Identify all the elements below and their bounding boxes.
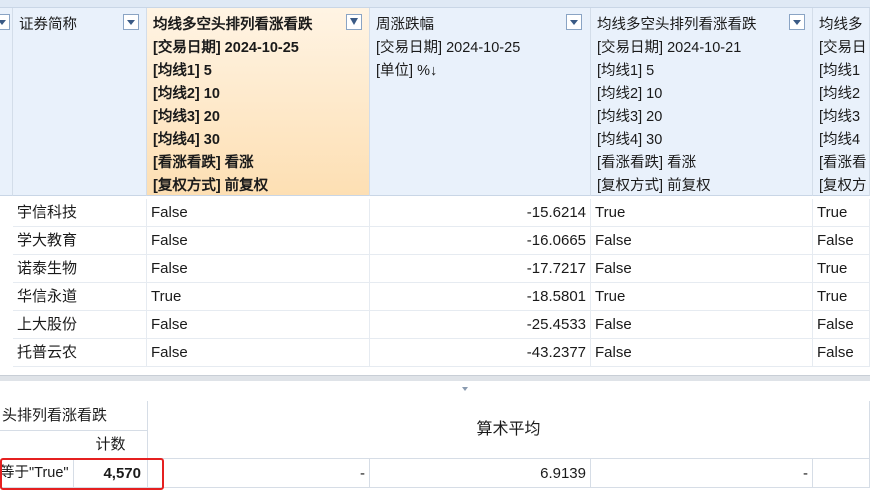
weekly-change-cell[interactable]: -15.6214 [370,199,591,227]
ma-signal-cell[interactable]: True [147,283,370,311]
weekly-change-cell[interactable]: -18.5801 [370,283,591,311]
chevron-down-icon[interactable] [123,14,139,30]
ma-signal-cell[interactable]: False [147,199,370,227]
column-header-label: 周涨跌幅 [376,17,434,33]
stats-empty-cell [813,459,870,488]
weekly-change-cell[interactable]: -25.4533 [370,311,591,339]
column-param: [均线4 [819,132,861,148]
column-param: [交易日期] 2024-10-25 [153,40,299,56]
stock-name-cell[interactable]: 学大教育 [13,227,147,255]
stock-name-cell[interactable]: 上大股份 [13,311,147,339]
column-header-ma-bull-partial[interactable]: 均线多 [交易日 [均线1 [均线2 [均线3 [均线4 [看涨看 [复权方 [813,8,870,196]
column-param: [交易日期] 2024-10-25 [376,40,521,56]
chevron-down-icon[interactable] [789,14,805,30]
column-param: [均线3] 20 [597,109,663,125]
ma-signal-cell[interactable]: False [147,339,370,367]
column-param: [复权方式] 前复权 [153,178,269,194]
ma-signal-cell[interactable]: False [147,255,370,283]
ma-signal-cell[interactable]: True [813,199,870,227]
ma-signal-cell[interactable]: False [147,311,370,339]
column-param: [均线1] 5 [597,63,655,79]
ma-signal-cell[interactable]: False [591,311,813,339]
weekly-change-cell[interactable]: -16.0665 [370,227,591,255]
column-param: [看涨看 [819,155,867,171]
column-param: [均线1] 5 [153,63,212,79]
column-header-label: 均线多空头排列看涨看跌 [597,17,757,33]
stats-count-header: 计数 [74,431,148,459]
ma-signal-cell[interactable]: True [813,255,870,283]
ma-signal-cell[interactable]: False [813,339,870,367]
ma-signal-cell[interactable]: True [813,283,870,311]
stats-dash: - [591,459,813,488]
pane-splitter[interactable] [0,375,870,381]
column-param: [复权方式] 前复权 [597,178,711,194]
stats-dash: - [148,459,370,488]
ma-signal-cell[interactable]: False [591,255,813,283]
column-param: [交易日期] 2024-10-21 [597,40,742,56]
row-header-corner [0,8,13,196]
stats-group-header: 头排列看涨看跌 [0,401,148,431]
ma-signal-cell[interactable]: False [591,227,813,255]
column-param: [均线3] 20 [153,109,220,125]
column-header-ma-bull-1021[interactable]: 均线多空头排列看涨看跌 [交易日期] 2024-10-21 [均线1] 5 [均… [591,8,813,196]
ma-signal-cell[interactable]: False [813,227,870,255]
column-header-ma-bull-1025[interactable]: 均线多空头排列看涨看跌 [交易日期] 2024-10-25 [均线1] 5 [均… [147,8,370,196]
column-header-weekly-change[interactable]: 周涨跌幅 [交易日期] 2024-10-25 [单位] %↓ [370,8,591,196]
ma-signal-cell[interactable]: True [591,283,813,311]
stock-name-cell[interactable]: 诺泰生物 [13,255,147,283]
splitter-handle-icon[interactable] [0,384,870,394]
column-param: [均线4] 30 [597,132,663,148]
column-param: [均线3 [819,109,861,125]
column-param: [交易日 [819,40,867,56]
ma-signal-cell[interactable]: True [591,199,813,227]
stock-name-cell[interactable]: 托普云农 [13,339,147,367]
column-header-name[interactable]: 证券简称 [13,8,147,196]
column-header-label: 均线多空头排列看涨看跌 [153,17,313,33]
stock-name-cell[interactable]: 华信永道 [13,283,147,311]
column-param: [看涨看跌] 看涨 [597,155,697,171]
weekly-change-cell[interactable]: -17.7217 [370,255,591,283]
column-group-strip [0,0,870,8]
column-param: [均线2 [819,86,861,102]
ma-signal-cell[interactable]: False [813,311,870,339]
stats-mean-value: 6.9139 [370,459,591,488]
column-param: [复权方 [819,178,867,194]
ma-signal-cell[interactable]: False [591,339,813,367]
filter-icon[interactable] [346,14,362,30]
column-param: [均线2] 10 [153,86,220,102]
stats-mean-header: 算术平均 [148,401,870,459]
weekly-change-cell[interactable]: -43.2377 [370,339,591,367]
column-param: [单位] %↓ [376,63,438,79]
ma-signal-cell[interactable]: False [147,227,370,255]
chevron-down-icon[interactable] [566,14,582,30]
chevron-down-icon[interactable] [0,14,10,30]
column-param: [均线1 [819,63,861,79]
column-param: [均线4] 30 [153,132,220,148]
column-header-label: 均线多 [819,17,863,33]
highlight-box [0,458,164,490]
column-param: [均线2] 10 [597,86,663,102]
stock-name-cell[interactable]: 宇信科技 [13,199,147,227]
column-param: [看涨看跌] 看涨 [153,155,254,171]
